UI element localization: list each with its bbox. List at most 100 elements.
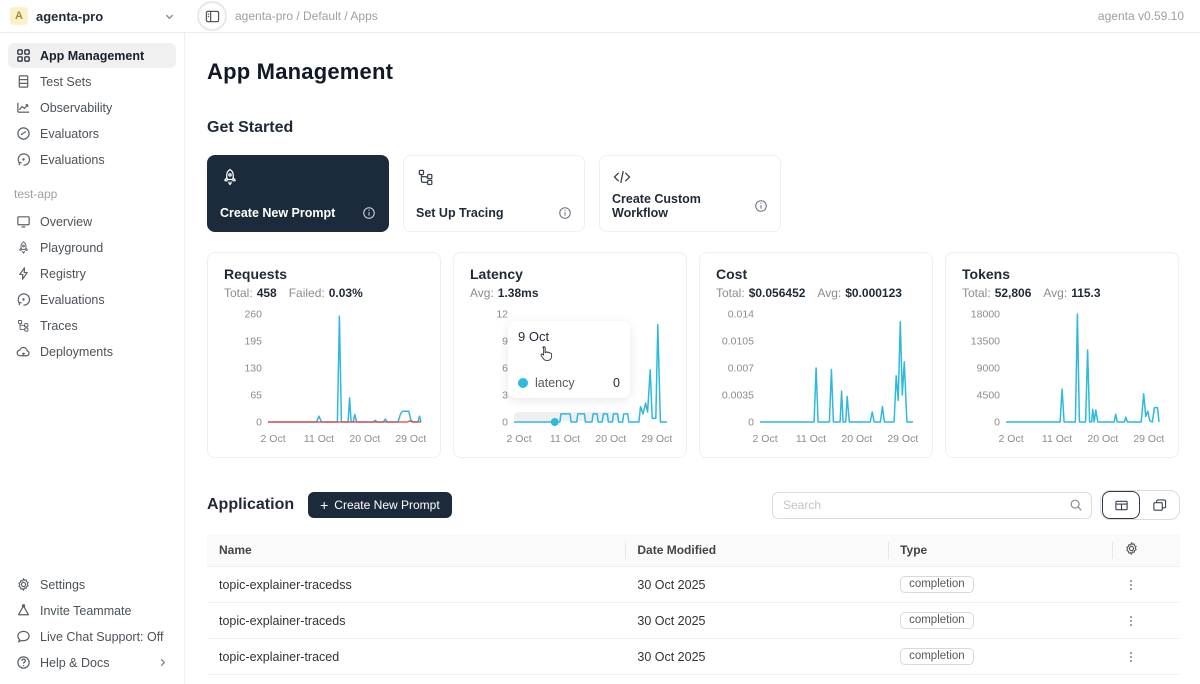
svg-text:0.0105: 0.0105	[722, 336, 754, 348]
create-new-prompt-button[interactable]: + Create New Prompt	[308, 492, 452, 518]
svg-text:29 Oct: 29 Oct	[1133, 433, 1164, 445]
chart-card-requests: RequestsTotal:458Failed:0.03%06513019526…	[207, 252, 441, 458]
svg-text:0: 0	[256, 417, 262, 429]
sidebar-item-label: Observability	[40, 101, 112, 115]
info-icon[interactable]	[558, 206, 572, 220]
gauge-icon	[16, 126, 31, 141]
sidebar-item-test-sets[interactable]: Test Sets	[8, 69, 176, 94]
search-icon[interactable]	[1069, 498, 1083, 512]
svg-text:0: 0	[502, 417, 508, 429]
sidebar-item-label: Help & Docs	[40, 656, 109, 670]
svg-text:11 Oct: 11 Oct	[796, 433, 826, 445]
row-actions-menu[interactable]	[1124, 650, 1168, 664]
svg-text:0: 0	[748, 417, 754, 429]
eval-icon	[16, 152, 31, 167]
create-new-prompt-card[interactable]: Create New Prompt	[207, 155, 389, 232]
sidebar-item-label: Evaluations	[40, 293, 105, 307]
chevron-right-icon	[157, 657, 168, 668]
card-label: Create Custom Workflow	[612, 192, 754, 220]
svg-text:0.014: 0.014	[728, 309, 754, 321]
table-row[interactable]: topic-explainer-traceds30 Oct 2025comple…	[207, 603, 1180, 639]
svg-text:11 Oct: 11 Oct	[1042, 433, 1072, 445]
card-label: Set Up Tracing	[416, 206, 504, 220]
sidebar-app-item-playground[interactable]: Playground	[8, 235, 176, 260]
table-settings-gear-icon[interactable]	[1124, 541, 1139, 556]
rocket-icon	[220, 167, 240, 187]
chat-icon	[16, 629, 31, 644]
info-icon[interactable]	[362, 206, 376, 220]
tooltip-date: 9 Oct	[518, 329, 620, 344]
info-icon[interactable]	[754, 199, 768, 213]
breadcrumb[interactable]: agenta-pro / Default / Apps	[235, 9, 378, 23]
app-date-modified: 30 Oct 2025	[625, 567, 888, 603]
sidebar-item-live-chat-support-off[interactable]: Live Chat Support: Off	[8, 624, 176, 649]
table-view-button[interactable]	[1102, 491, 1140, 519]
create-custom-workflow-card[interactable]: Create Custom Workflow	[599, 155, 781, 232]
app-date-modified: 30 Oct 2025	[625, 603, 888, 639]
top-bar: A agenta-pro agenta-pro / Default / Apps…	[0, 0, 1200, 33]
sidebar-item-evaluators[interactable]: Evaluators	[8, 121, 176, 146]
gear-icon	[16, 577, 31, 592]
sidebar-app-item-overview[interactable]: Overview	[8, 209, 176, 234]
sidebar-item-settings[interactable]: Settings	[8, 572, 176, 597]
set-up-tracing-card[interactable]: Set Up Tracing	[403, 155, 585, 232]
sidebar-item-help-docs[interactable]: Help & Docs	[8, 650, 176, 675]
workspace-selector[interactable]: A agenta-pro	[0, 7, 185, 25]
table-row[interactable]: career-assessment27 Oct 2025completion	[207, 675, 1180, 684]
sidebar-app-item-registry[interactable]: Registry	[8, 261, 176, 286]
sidebar-item-label: Settings	[40, 578, 85, 592]
chart-title: Latency	[470, 266, 670, 282]
chart-stats: Total:$0.056452Avg:$0.000123	[716, 286, 916, 300]
chart-plot-tokens: 04500900013500180002 Oct11 Oct20 Oct29 O…	[962, 304, 1164, 452]
chart-card-cost: Cost Total:$0.056452Avg:$0.000123 0 0.0035 0…	[699, 252, 933, 458]
column-header-name[interactable]: Name	[207, 534, 625, 567]
sidebar-item-evaluations[interactable]: Evaluations	[8, 147, 176, 172]
sidebar-item-label: App Management	[40, 49, 144, 63]
svg-text:18000: 18000	[971, 309, 1000, 321]
row-actions-menu[interactable]	[1124, 614, 1168, 628]
sidebar-item-app-management[interactable]: App Management	[8, 43, 176, 68]
sidebar-app-item-traces[interactable]: Traces	[8, 313, 176, 338]
lightning-icon	[16, 266, 31, 281]
table-row[interactable]: topic-explainer-tracedss30 Oct 2025compl…	[207, 567, 1180, 603]
sidebar-item-observability[interactable]: Observability	[8, 95, 176, 120]
column-header-date-modified[interactable]: Date Modified	[625, 534, 888, 567]
svg-text:2 Oct: 2 Oct	[261, 433, 286, 445]
svg-text:29 Oct: 29 Oct	[641, 433, 672, 445]
search-input[interactable]	[783, 498, 1069, 512]
sidebar-group-label: test-app	[8, 173, 176, 209]
svg-text:4500: 4500	[977, 390, 1001, 402]
table-row[interactable]: topic-explainer-traced30 Oct 2025complet…	[207, 639, 1180, 675]
sidebar-app-item-evaluations[interactable]: Evaluations	[8, 287, 176, 312]
tree-icon	[416, 167, 436, 187]
sidebar-panel-icon	[205, 9, 220, 24]
svg-text:130: 130	[244, 363, 262, 375]
column-header-type[interactable]: Type	[888, 534, 1112, 567]
chart-plot-cost: 00.00350.0070.01050.0142 Oct11 Oct20 Oct…	[716, 304, 918, 452]
app-name[interactable]: career-assessment	[207, 675, 625, 684]
app-name[interactable]: topic-explainer-traceds	[207, 603, 625, 639]
eval-icon	[16, 292, 31, 307]
tooltip-series-label: latency	[535, 376, 575, 390]
svg-text:260: 260	[244, 309, 262, 321]
sidebar-item-label: Registry	[40, 267, 86, 281]
applications-table: NameDate ModifiedType topic-explainer-tr…	[207, 534, 1180, 684]
sidebar-item-label: Live Chat Support: Off	[40, 630, 163, 644]
card-view-button[interactable]	[1140, 491, 1178, 519]
sidebar-item-label: Test Sets	[40, 75, 91, 89]
sidebar-item-label: Evaluators	[40, 127, 99, 141]
svg-text:195: 195	[244, 336, 262, 348]
sidebar-item-invite-teammate[interactable]: Invite Teammate	[8, 598, 176, 623]
sidebar-item-label: Playground	[40, 241, 103, 255]
svg-text:2 Oct: 2 Oct	[999, 433, 1024, 445]
row-actions-menu[interactable]	[1124, 578, 1168, 592]
chart-title: Cost	[716, 266, 916, 282]
app-name[interactable]: topic-explainer-tracedss	[207, 567, 625, 603]
svg-text:0.0035: 0.0035	[722, 390, 754, 402]
app-name[interactable]: topic-explainer-traced	[207, 639, 625, 675]
svg-text:12: 12	[496, 309, 508, 321]
monitor-icon	[16, 214, 31, 229]
sidebar-app-item-deployments[interactable]: Deployments	[8, 339, 176, 364]
sidebar-collapse-button[interactable]	[197, 1, 227, 31]
help-icon	[16, 655, 31, 670]
